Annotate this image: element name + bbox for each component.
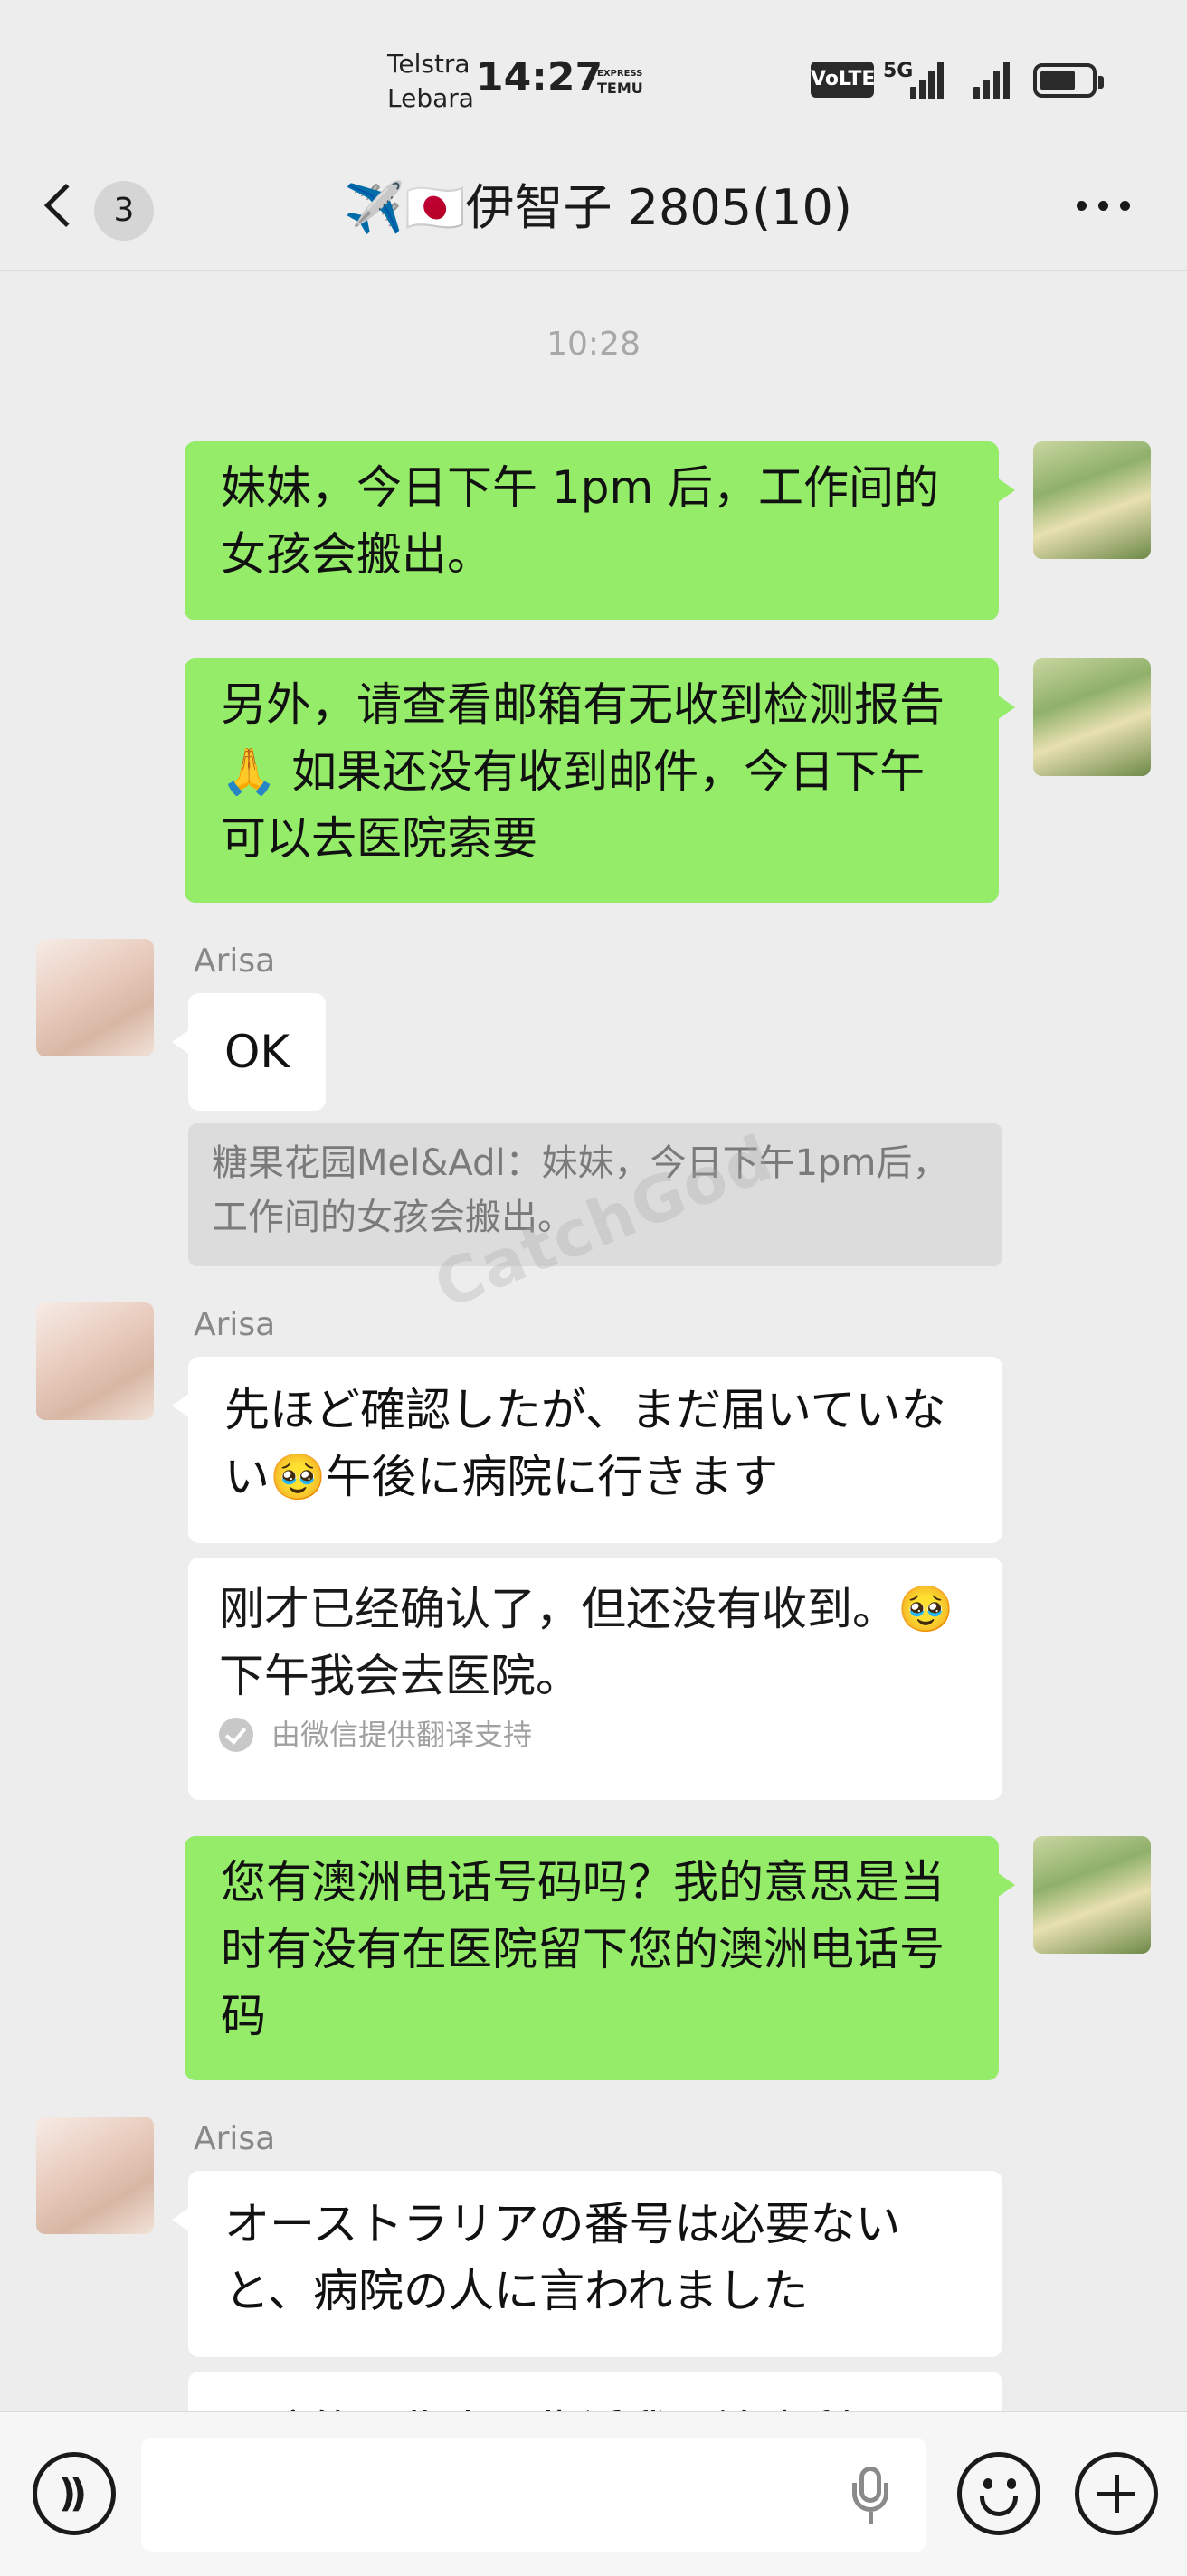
sender-name: Arisa: [194, 1306, 276, 1343]
my-avatar[interactable]: [1033, 1836, 1151, 1954]
signal-strength-icon-2: [973, 60, 1013, 99]
status-bar: Telstra Lebara 14:27 EXPRESS TEMU VoLTE …: [0, 0, 1187, 145]
emoji-button[interactable]: [957, 2452, 1040, 2535]
translation-note-text: 由微信提供翻译支持: [271, 1718, 533, 1752]
my-message-bubble[interactable]: 妹妹，今日下午 1pm 后，工作间的女孩会搬出。: [185, 441, 1015, 620]
contact-avatar[interactable]: [36, 939, 154, 1056]
back-button[interactable]: 3: [43, 166, 170, 250]
chevron-left-icon: [43, 183, 89, 228]
app-notification-icons: EXPRESS TEMU: [597, 67, 643, 96]
network-type: 5G: [883, 60, 914, 82]
translation-card[interactable]: 刚才已经确认了，但还没有收到。🥹下午我会去医院。 由微信提供翻译支持: [188, 1558, 1002, 1800]
chat-title: ✈️🇯🇵伊智子 2805(10): [344, 179, 852, 236]
battery-icon: [1033, 63, 1104, 98]
my-avatar[interactable]: [1033, 658, 1151, 776]
temu-icon: TEMU: [597, 80, 643, 97]
sender-name: Arisa: [194, 2120, 276, 2157]
microphone-icon[interactable]: [850, 2467, 890, 2526]
contact-avatar[interactable]: [36, 2117, 154, 2234]
carrier-1: Telstra: [387, 49, 470, 79]
translation-note: 由微信提供翻译支持: [219, 1713, 972, 1757]
contact-message-bubble[interactable]: OK: [171, 993, 327, 1111]
contact-message-bubble[interactable]: 先ほど確認したが、まだ届いていない🥹午後に病院に行きます: [172, 1357, 1002, 1543]
chat-header: 3 ✈️🇯🇵伊智子 2805(10): [0, 145, 1187, 271]
translation-text: 刚才已经确认了，但还没有收到。🥹下午我会去医院。: [219, 1583, 954, 1702]
status-time: 14:27: [476, 54, 603, 100]
more-dots-icon: [1077, 201, 1087, 211]
voice-mode-button[interactable]: ) ): [33, 2452, 116, 2535]
my-avatar[interactable]: [1033, 441, 1151, 559]
more-options-button[interactable]: [1071, 190, 1135, 226]
add-attachment-button[interactable]: [1075, 2452, 1158, 2535]
input-bar: ) ): [0, 2411, 1187, 2576]
message-input[interactable]: [141, 2438, 926, 2552]
carrier-names: Telstra Lebara: [387, 47, 474, 116]
my-message-bubble[interactable]: 您有澳洲电话号码吗？我的意思是当时有没有在医院留下您的澳洲电话号码: [185, 1836, 1015, 2080]
sender-name: Arisa: [194, 942, 276, 980]
unread-count-badge: 3: [94, 181, 154, 241]
message-timestamp: 10:28: [546, 326, 641, 363]
volte-icon: VoLTE: [811, 62, 875, 98]
check-circle-icon: [219, 1718, 253, 1752]
carrier-2: Lebara: [387, 83, 474, 113]
my-message-bubble[interactable]: 另外，请查看邮箱有无收到检测报告🙏 如果还没有收到邮件，今日下午可以去医院索要: [185, 658, 1015, 903]
contact-avatar[interactable]: [36, 1302, 154, 1420]
contact-message-bubble[interactable]: オーストラリアの番号は必要ないと、病院の人に言われました: [172, 2171, 1002, 2357]
signal-strength-icon-1: [910, 60, 946, 99]
